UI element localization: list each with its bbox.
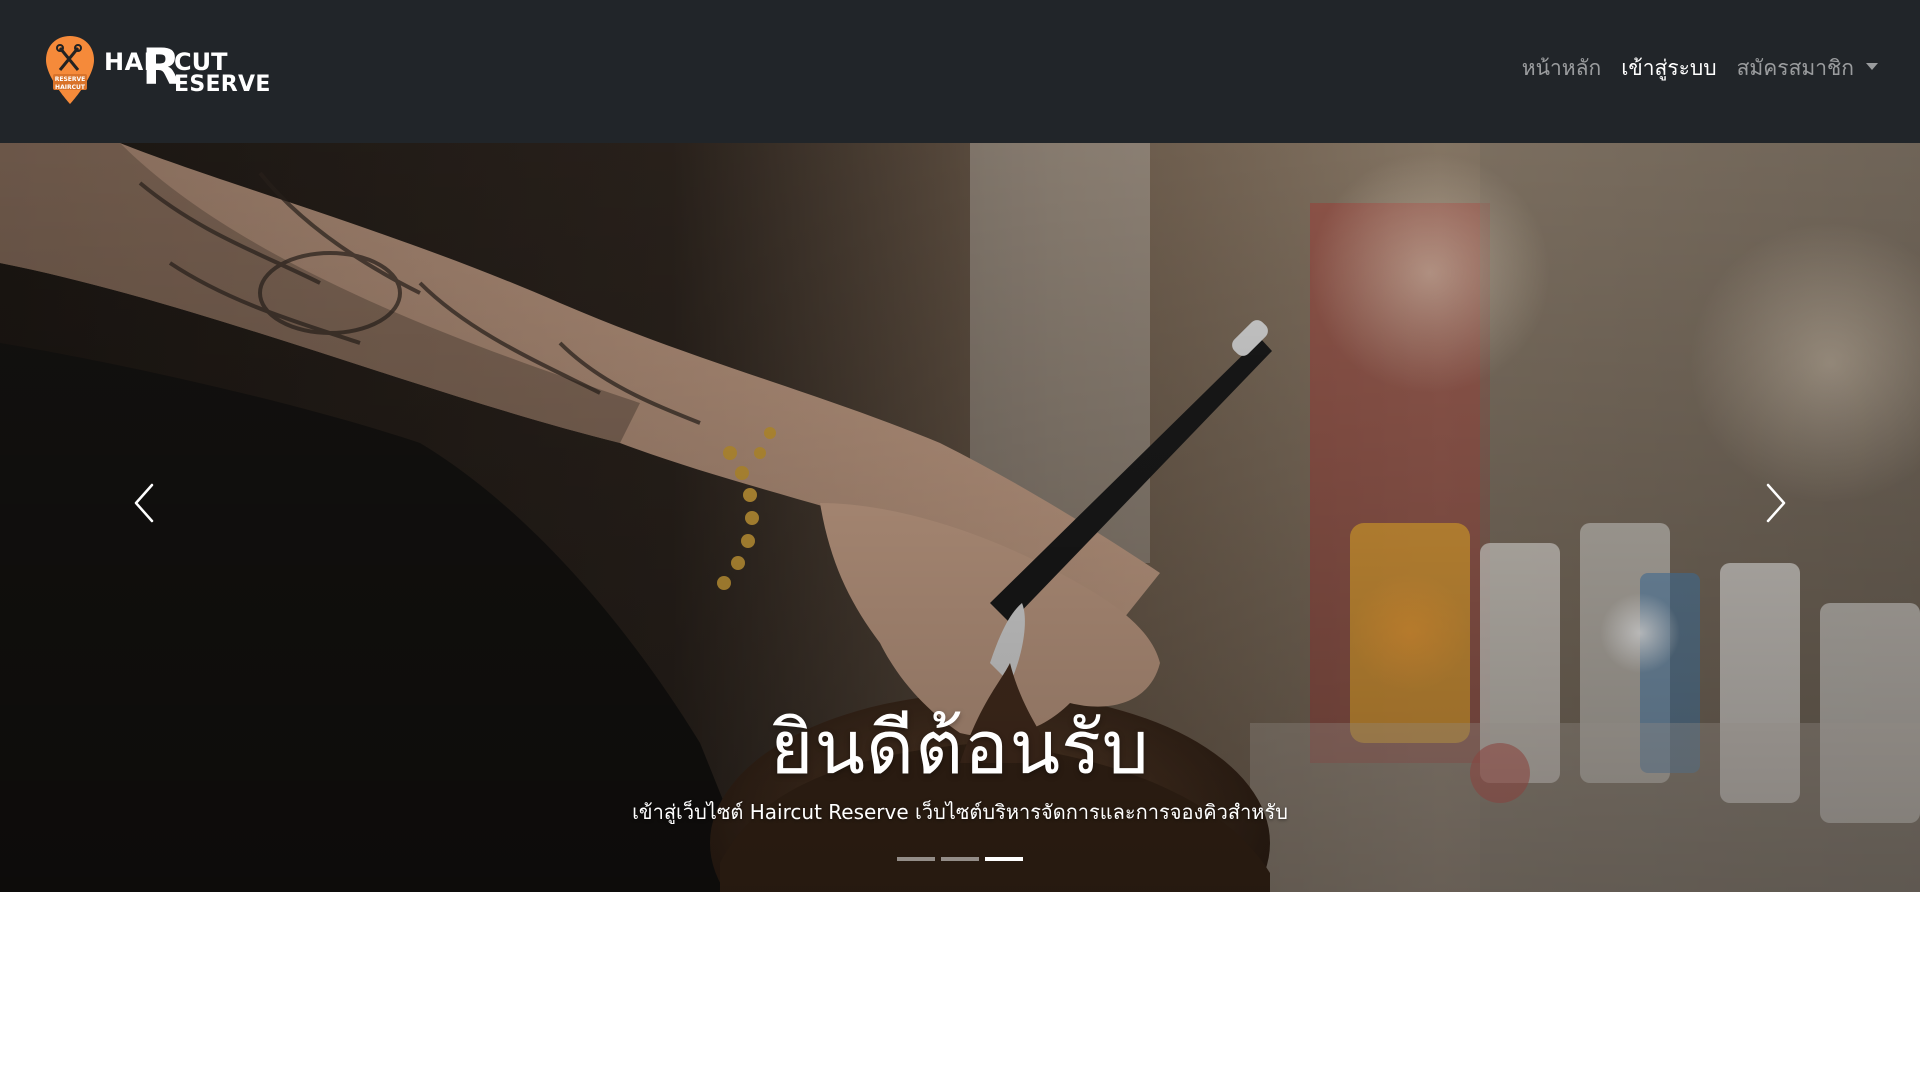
nav-register-dropdown[interactable]: สมัครสมาชิก	[1737, 52, 1878, 85]
chevron-down-icon	[1866, 62, 1878, 70]
brand-text-eserve: ESERVE	[174, 72, 271, 97]
nav-menu: หน้าหลัก เข้าสู่ระบบ สมัครสมาชิก	[1502, 52, 1878, 85]
logo-badge-bottom-text: HAIRCUT	[55, 84, 86, 91]
carousel-indicators	[0, 857, 1920, 861]
navbar: RESERVE HAIRCUT HAI R CUT ESERVE หน้าหลั…	[0, 0, 1920, 143]
carousel-caption-title: ยินดีต้อนรับ	[770, 705, 1150, 791]
chevron-left-icon	[134, 483, 154, 523]
carousel-indicator-1[interactable]	[897, 857, 935, 861]
carousel-indicator-3[interactable]	[985, 857, 1023, 861]
brand-logo-link[interactable]: RESERVE HAIRCUT HAI R CUT ESERVE	[44, 34, 270, 108]
carousel-next-button[interactable]	[1716, 463, 1836, 543]
carousel-prev-button[interactable]	[84, 463, 204, 543]
hero-carousel: ยินดีต้อนรับ เข้าสู่เว็บไซต์ Haircut Res…	[0, 143, 1920, 892]
carousel-caption-subtitle: เข้าสู่เว็บไซต์ Haircut Reserve เว็บไซต์…	[632, 800, 1288, 824]
nav-login-link[interactable]: เข้าสู่ระบบ	[1621, 52, 1716, 85]
nav-register-label: สมัครสมาชิก	[1736, 56, 1854, 80]
carousel-indicator-2[interactable]	[941, 857, 979, 861]
logo-pin-icon: RESERVE HAIRCUT	[46, 36, 94, 104]
nav-home-link[interactable]: หน้าหลัก	[1522, 52, 1601, 85]
chevron-right-icon	[1766, 483, 1786, 523]
brand-wordmark: HAI R CUT ESERVE	[104, 42, 274, 104]
logo-badge-top-text: RESERVE	[55, 76, 86, 83]
